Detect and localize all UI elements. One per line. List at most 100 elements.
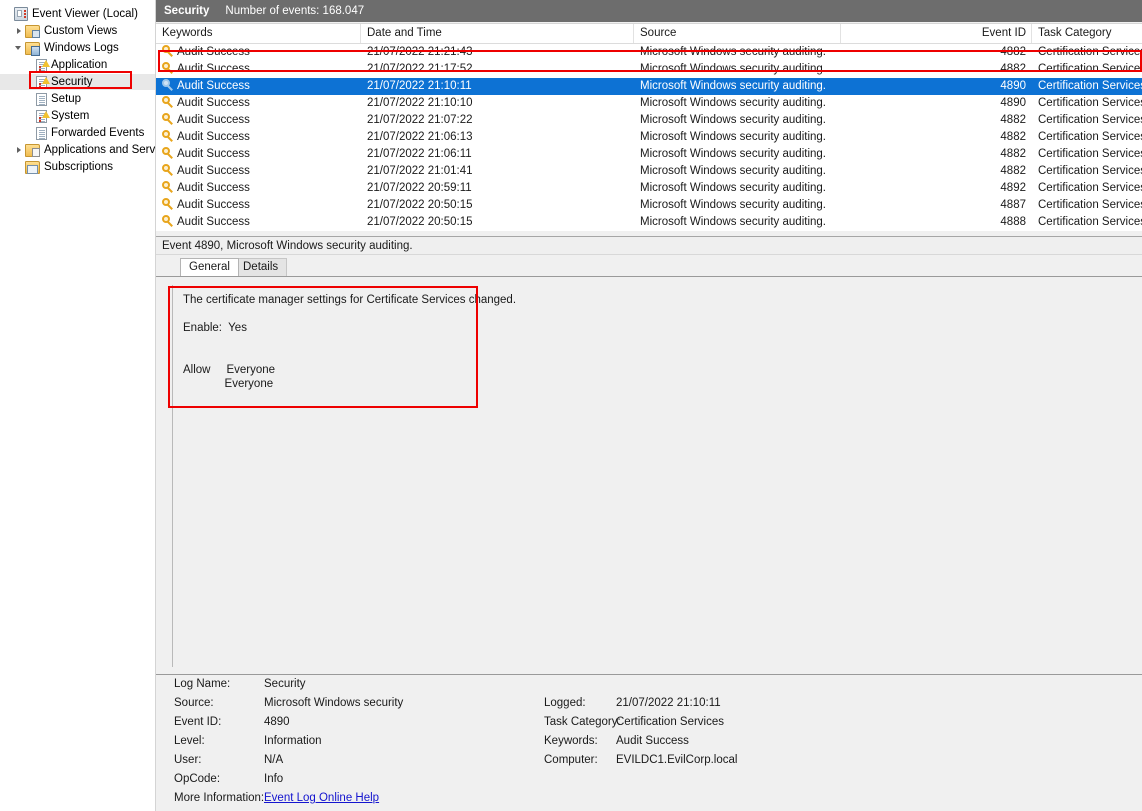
chevron-down-icon[interactable] xyxy=(14,40,25,56)
general-description-text: The certificate manager settings for Cer… xyxy=(172,285,1130,667)
cell-keywords: Audit Success xyxy=(156,78,361,95)
event-row[interactable]: Audit Success 21/07/2022 21:21:43 Microsof… xyxy=(156,44,1142,61)
cell-task-category: Certification Services xyxy=(1038,114,1142,126)
column-header-event-id[interactable]: Event ID xyxy=(841,24,1032,43)
tab-general[interactable]: General xyxy=(180,258,239,276)
user-value: N/A xyxy=(264,754,284,766)
cell-source: Microsoft Windows security auditing. xyxy=(640,63,826,75)
audit-key-icon xyxy=(162,45,174,57)
event-row[interactable]: Audit Success 21/07/2022 21:10:10 Microsof… xyxy=(156,95,1142,112)
event-row[interactable]: Audit Success 21/07/2022 21:17:52 Microsof… xyxy=(156,61,1142,78)
cell-text: Audit Success xyxy=(177,46,250,58)
cell-source: Microsoft Windows security auditing. xyxy=(640,114,826,126)
column-header-source[interactable]: Source xyxy=(634,24,841,43)
event-log-online-help-link[interactable]: Event Log Online Help xyxy=(264,789,379,808)
tree-item-forwarded-events[interactable]: Forwarded Events xyxy=(0,125,155,141)
cell-event-id: 4882 xyxy=(1000,63,1026,75)
tree-item-label: Custom Views xyxy=(44,25,118,37)
tree-item-label: Forwarded Events xyxy=(51,127,145,139)
cell-keywords: Audit Success xyxy=(156,44,361,61)
logged-label: Logged: xyxy=(544,697,586,709)
prop-row-source: Source: Microsoft Windows security Logge… xyxy=(156,694,1142,713)
cell-datetime: 21/07/2022 20:50:15 xyxy=(367,216,473,228)
tree-twisty-spacer xyxy=(25,57,36,73)
log-alert-icon xyxy=(36,109,50,123)
event-rows[interactable]: Audit Success 21/07/2022 21:21:43 Microsof… xyxy=(156,44,1142,231)
cell-text: Audit Success xyxy=(177,80,250,92)
tree-item-windows-logs[interactable]: Windows Logs xyxy=(0,40,155,56)
prop-row-more-information: More Information: Event Log Online Help xyxy=(156,789,1142,808)
cell-task-category: Certification Services xyxy=(1038,46,1142,58)
key-shaft xyxy=(167,187,173,193)
audit-key-icon xyxy=(162,113,174,125)
cell-datetime: 21/07/2022 21:21:43 xyxy=(367,46,473,58)
cell-datetime: 21/07/2022 21:10:11 xyxy=(367,80,472,92)
event-row[interactable]: Audit Success 21/07/2022 21:06:11 Microsof… xyxy=(156,146,1142,163)
event-row[interactable]: Audit Success 21/07/2022 21:06:13 Microsof… xyxy=(156,129,1142,146)
cell-task-category: Certification Services xyxy=(1038,165,1142,177)
cell-event-id: 4882 xyxy=(1000,114,1026,126)
tree-item-label: Applications and Services Lo xyxy=(44,144,156,156)
cell-text: Audit Success xyxy=(177,216,250,228)
cell-keywords: Audit Success xyxy=(156,61,361,78)
tree-twisty-spacer xyxy=(3,6,14,22)
tree-item-label: Application xyxy=(51,59,108,71)
tree-item-label: Windows Logs xyxy=(44,42,119,54)
tree-item-event-viewer-local[interactable]: Event Viewer (Local) xyxy=(0,6,155,22)
column-header-row[interactable]: Keywords Date and Time Source Event ID Task … xyxy=(156,24,1142,44)
cell-datetime: 21/07/2022 21:06:11 xyxy=(367,148,472,160)
prop-row-level: Level: Information Keywords: Audit Succe… xyxy=(156,732,1142,751)
event-row[interactable]: Audit Success 21/07/2022 21:01:41 Microsof… xyxy=(156,163,1142,180)
event-row[interactable]: Audit Success 21/07/2022 21:07:22 Microsof… xyxy=(156,112,1142,129)
key-shaft xyxy=(167,204,173,210)
key-shaft xyxy=(167,221,173,227)
column-header-date-and-time[interactable]: Date and Time xyxy=(361,24,634,43)
chevron-right-icon[interactable] xyxy=(14,23,25,39)
cell-source: Microsoft Windows security auditing. xyxy=(640,97,826,109)
key-shaft xyxy=(167,102,173,108)
event-row[interactable]: Audit Success 21/07/2022 20:50:15 Microsof… xyxy=(156,197,1142,214)
tree-item-system[interactable]: System xyxy=(0,108,155,124)
key-shaft xyxy=(167,51,173,57)
cell-text: Audit Success xyxy=(177,165,250,177)
cell-text: Audit Success xyxy=(177,148,250,160)
folder-custom-views-icon xyxy=(25,24,40,38)
tree-item-label: Event Viewer (Local) xyxy=(32,8,138,20)
tree-item-custom-views[interactable]: Custom Views xyxy=(0,23,155,39)
cell-text: Audit Success xyxy=(177,63,250,75)
console-icon xyxy=(14,7,28,21)
event-row[interactable]: Audit Success 21/07/2022 20:50:15 Microsof… xyxy=(156,214,1142,231)
column-header-task-category[interactable]: Task Category xyxy=(1032,24,1142,43)
keywords-value: Audit Success xyxy=(616,735,689,747)
cell-event-id: 4892 xyxy=(1000,182,1026,194)
event-row[interactable]: Audit Success 21/07/2022 20:59:11 Microsof… xyxy=(156,180,1142,197)
tree-item-security[interactable]: Security xyxy=(0,74,155,90)
tree-item-label: System xyxy=(51,110,90,122)
cell-task-category: Certification Services xyxy=(1038,63,1142,75)
event-detail-header: Event 4890, Microsoft Windows security a… xyxy=(156,236,1142,255)
key-shaft xyxy=(167,119,173,125)
task-category-label: Task Category: xyxy=(544,716,621,728)
tree-item-setup[interactable]: Setup xyxy=(0,91,155,107)
cell-datetime: 21/07/2022 20:50:15 xyxy=(367,199,473,211)
cell-keywords: Audit Success xyxy=(156,197,361,214)
tree-item-application[interactable]: Application xyxy=(0,57,155,73)
tree-item-subscriptions[interactable]: Subscriptions xyxy=(0,159,155,175)
audit-key-icon xyxy=(162,79,174,91)
key-shaft xyxy=(167,85,173,91)
column-header-keywords[interactable]: Keywords xyxy=(156,24,361,43)
cell-task-category: Certification Services xyxy=(1038,80,1142,92)
event-row[interactable]: Audit Success 21/07/2022 21:10:11 Microsof… xyxy=(156,78,1142,95)
tab-details[interactable]: Details xyxy=(234,258,288,276)
tree-item-applications-and-services-lo[interactable]: Applications and Services Lo xyxy=(0,142,155,158)
navigation-tree-pane[interactable]: Event Viewer (Local) Custom Views Windows … xyxy=(0,0,156,811)
prop-row-opcode: OpCode: Info xyxy=(156,770,1142,789)
event-list[interactable]: Keywords Date and Time Source Event ID Task … xyxy=(156,23,1142,232)
chevron-right-icon[interactable] xyxy=(14,142,25,158)
detail-tabstrip[interactable]: General Details xyxy=(156,258,1142,276)
level-value: Information xyxy=(264,735,322,747)
cell-source: Microsoft Windows security auditing. xyxy=(640,199,826,211)
folder-subscriptions-icon xyxy=(25,160,40,174)
event-viewer-window: Event Viewer (Local) Custom Views Windows … xyxy=(0,0,1142,811)
level-label: Level: xyxy=(174,735,205,747)
